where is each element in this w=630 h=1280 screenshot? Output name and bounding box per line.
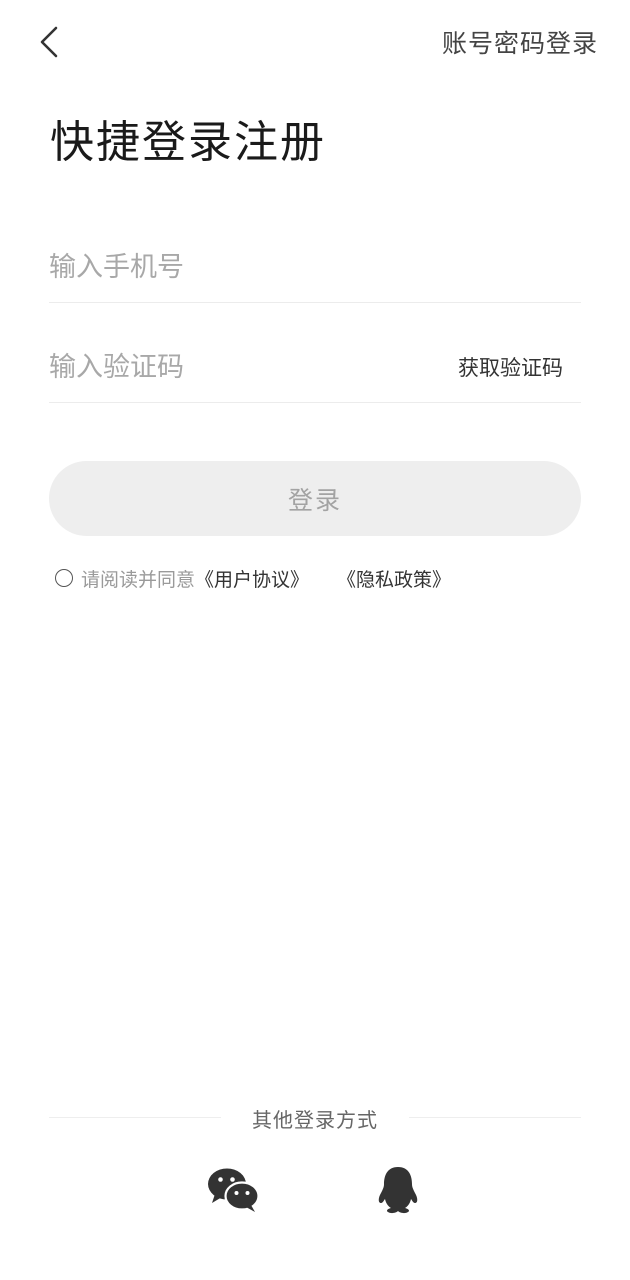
phone-input[interactable] xyxy=(49,234,429,300)
user-agreement-link[interactable]: 《用户协议》 xyxy=(195,565,309,592)
agreement-row: 请阅读并同意 《用户协议》 《隐私政策》 xyxy=(55,565,451,591)
back-arrow-icon xyxy=(40,26,58,58)
code-field: 获取验证码 xyxy=(49,334,581,403)
wechat-login-button[interactable] xyxy=(207,1165,259,1215)
top-bar: 账号密码登录 xyxy=(0,0,630,84)
qq-login-button[interactable] xyxy=(372,1165,424,1215)
phone-field xyxy=(49,234,581,303)
password-login-link[interactable]: 账号密码登录 xyxy=(442,24,598,60)
divider-right xyxy=(409,1117,581,1118)
other-login-section: 其他登录方式 xyxy=(49,1104,581,1132)
qq-icon xyxy=(378,1167,418,1214)
agreement-radio[interactable] xyxy=(55,569,73,587)
page-title: 快捷登录注册 xyxy=(50,117,326,168)
back-button[interactable] xyxy=(28,20,72,64)
other-login-label: 其他登录方式 xyxy=(252,1108,378,1132)
agreement-prefix: 请阅读并同意 xyxy=(81,568,196,591)
login-button[interactable]: 登录 xyxy=(49,461,581,536)
verification-code-input[interactable] xyxy=(49,334,429,400)
privacy-policy-link[interactable]: 《隐私政策》 xyxy=(337,565,451,592)
get-code-button[interactable]: 获取验证码 xyxy=(458,352,563,382)
wechat-icon xyxy=(208,1168,259,1212)
